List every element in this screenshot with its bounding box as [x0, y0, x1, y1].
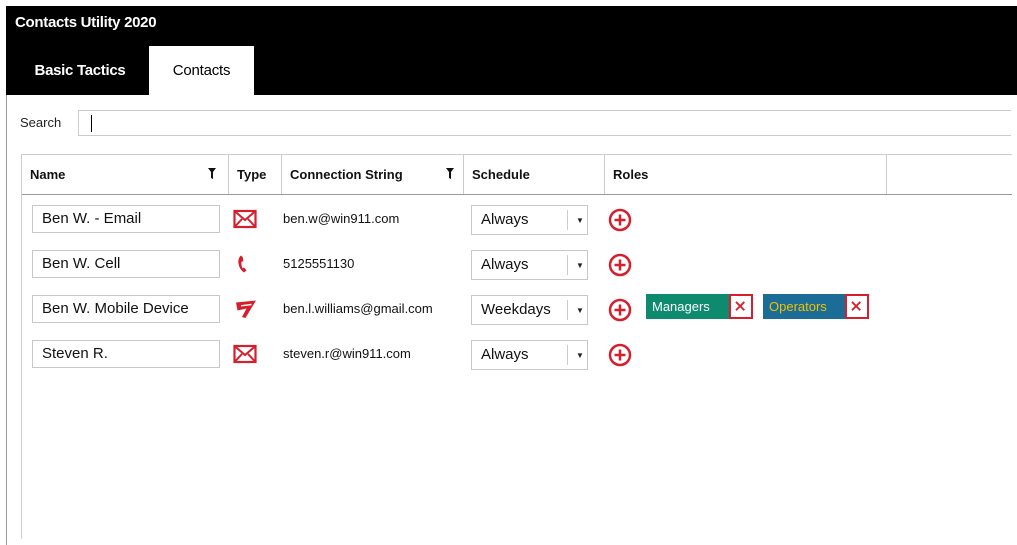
email-icon [233, 209, 257, 229]
schedule-value: Always [481, 346, 529, 363]
filter-icon[interactable] [208, 168, 216, 179]
chevron-down-icon[interactable]: ▼ [576, 351, 584, 360]
add-role-icon[interactable] [608, 208, 632, 232]
schedule-select[interactable]: Always ▼ [471, 205, 588, 235]
connection-string: ben.l.williams@gmail.com [283, 301, 433, 316]
chevron-down-icon[interactable]: ▼ [576, 216, 584, 225]
schedule-value: Always [481, 211, 529, 228]
connection-string: 5125551130 [283, 256, 355, 271]
table-row[interactable]: Steven R. steven.r@win911.com Always ▼ [22, 334, 1012, 379]
remove-role-icon[interactable] [729, 294, 753, 319]
schedule-select[interactable]: Always ▼ [471, 340, 588, 370]
schedule-value: Always [481, 256, 529, 273]
column-header-name[interactable]: Name [22, 155, 229, 194]
connection-string: ben.w@win911.com [283, 211, 400, 226]
contact-name-field[interactable]: Ben W. Cell [32, 250, 220, 278]
content-border [6, 95, 7, 545]
tab-contacts[interactable]: Contacts [149, 46, 254, 95]
select-divider [567, 255, 568, 275]
contact-name-field[interactable]: Ben W. Mobile Device [32, 295, 220, 323]
title-bar: Contacts Utility 2020 Basic Tactics Cont… [6, 6, 1017, 95]
tab-basic-tactics[interactable]: Basic Tactics [15, 46, 145, 95]
add-role-icon[interactable] [608, 298, 632, 322]
contacts-grid: Name Type Connection String Schedule Rol… [21, 154, 1012, 539]
column-header-schedule[interactable]: Schedule [464, 155, 605, 194]
role-badge-managers: Managers [646, 294, 729, 319]
chevron-down-icon[interactable]: ▼ [576, 306, 584, 315]
filter-icon[interactable] [446, 168, 454, 179]
contact-name-field[interactable]: Steven R. [32, 340, 220, 368]
table-row[interactable]: Ben W. Cell 5125551130 Always ▼ [22, 244, 1012, 289]
schedule-value: Weekdays [481, 301, 551, 318]
column-header-connection[interactable]: Connection String [282, 155, 464, 194]
column-header-name-label: Name [30, 167, 66, 182]
schedule-select[interactable]: Weekdays ▼ [471, 295, 588, 325]
schedule-select[interactable]: Always ▼ [471, 250, 588, 280]
connection-string: steven.r@win911.com [283, 346, 411, 361]
role-badge-operators: Operators [763, 294, 845, 319]
chevron-down-icon[interactable]: ▼ [576, 261, 584, 270]
column-header-type[interactable]: Type [229, 155, 282, 194]
table-row[interactable]: Ben W. - Email ben.w@win911.com Always ▼ [22, 199, 1012, 244]
select-divider [567, 345, 568, 365]
text-caret [91, 115, 92, 132]
remove-role-icon[interactable] [845, 294, 869, 319]
column-header-connection-label: Connection String [290, 167, 403, 182]
grid-header: Name Type Connection String Schedule Rol… [22, 154, 1012, 195]
select-divider [567, 300, 568, 320]
add-role-icon[interactable] [608, 343, 632, 367]
table-row[interactable]: Ben W. Mobile Device ben.l.williams@gmai… [22, 289, 1012, 334]
search-label: Search [20, 115, 62, 130]
select-divider [567, 210, 568, 230]
contact-name-field[interactable]: Ben W. - Email [32, 205, 220, 233]
app-title: Contacts Utility 2020 [15, 14, 157, 31]
email-icon [233, 344, 257, 364]
search-input[interactable] [78, 110, 1011, 136]
mobile-app-icon [236, 300, 256, 318]
add-role-icon[interactable] [608, 253, 632, 277]
phone-icon [238, 255, 247, 273]
column-header-roles[interactable]: Roles [605, 155, 887, 194]
